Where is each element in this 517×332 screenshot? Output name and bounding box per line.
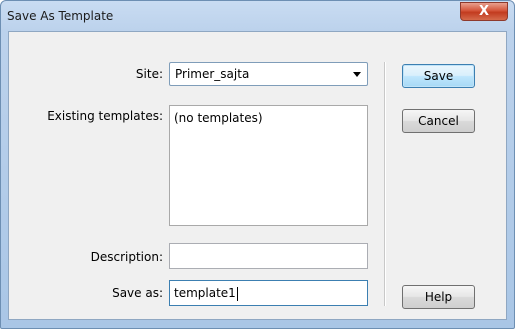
description-input[interactable] xyxy=(169,243,368,269)
save-as-label: Save as: xyxy=(112,286,163,300)
dialog-body: Site: Primer_sajta Existing templates: (… xyxy=(8,31,507,320)
help-button[interactable]: Help xyxy=(402,285,475,309)
close-button[interactable]: X xyxy=(460,2,508,21)
description-label: Description: xyxy=(90,250,163,264)
vertical-divider xyxy=(384,62,386,306)
chevron-down-icon xyxy=(353,72,361,77)
site-select-value: Primer_sajta xyxy=(175,67,250,81)
list-item: (no templates) xyxy=(174,111,263,125)
title-bar[interactable]: Save As Template X xyxy=(1,1,514,31)
close-icon: X xyxy=(478,4,490,19)
text-caret xyxy=(236,286,238,301)
save-as-template-dialog: Save As Template X Site: Primer_sajta Ex… xyxy=(0,0,515,329)
save-as-value: template1 xyxy=(174,286,236,300)
existing-templates-label: Existing templates: xyxy=(47,109,163,123)
site-select[interactable]: Primer_sajta xyxy=(169,62,368,86)
dialog-title: Save As Template xyxy=(7,9,114,23)
site-label: Site: xyxy=(135,67,163,81)
cancel-button[interactable]: Cancel xyxy=(402,109,475,133)
save-button[interactable]: Save xyxy=(402,64,475,88)
existing-templates-list[interactable]: (no templates) xyxy=(169,105,368,226)
save-as-input[interactable]: template1 xyxy=(169,280,368,306)
